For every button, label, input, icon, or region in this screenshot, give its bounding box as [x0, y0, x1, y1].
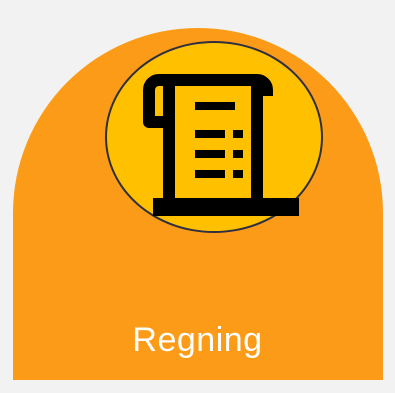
- app-canvas: Regning: [0, 0, 395, 393]
- receipt-scroll-icon: [143, 74, 299, 216]
- tile-label: Regning: [132, 321, 263, 359]
